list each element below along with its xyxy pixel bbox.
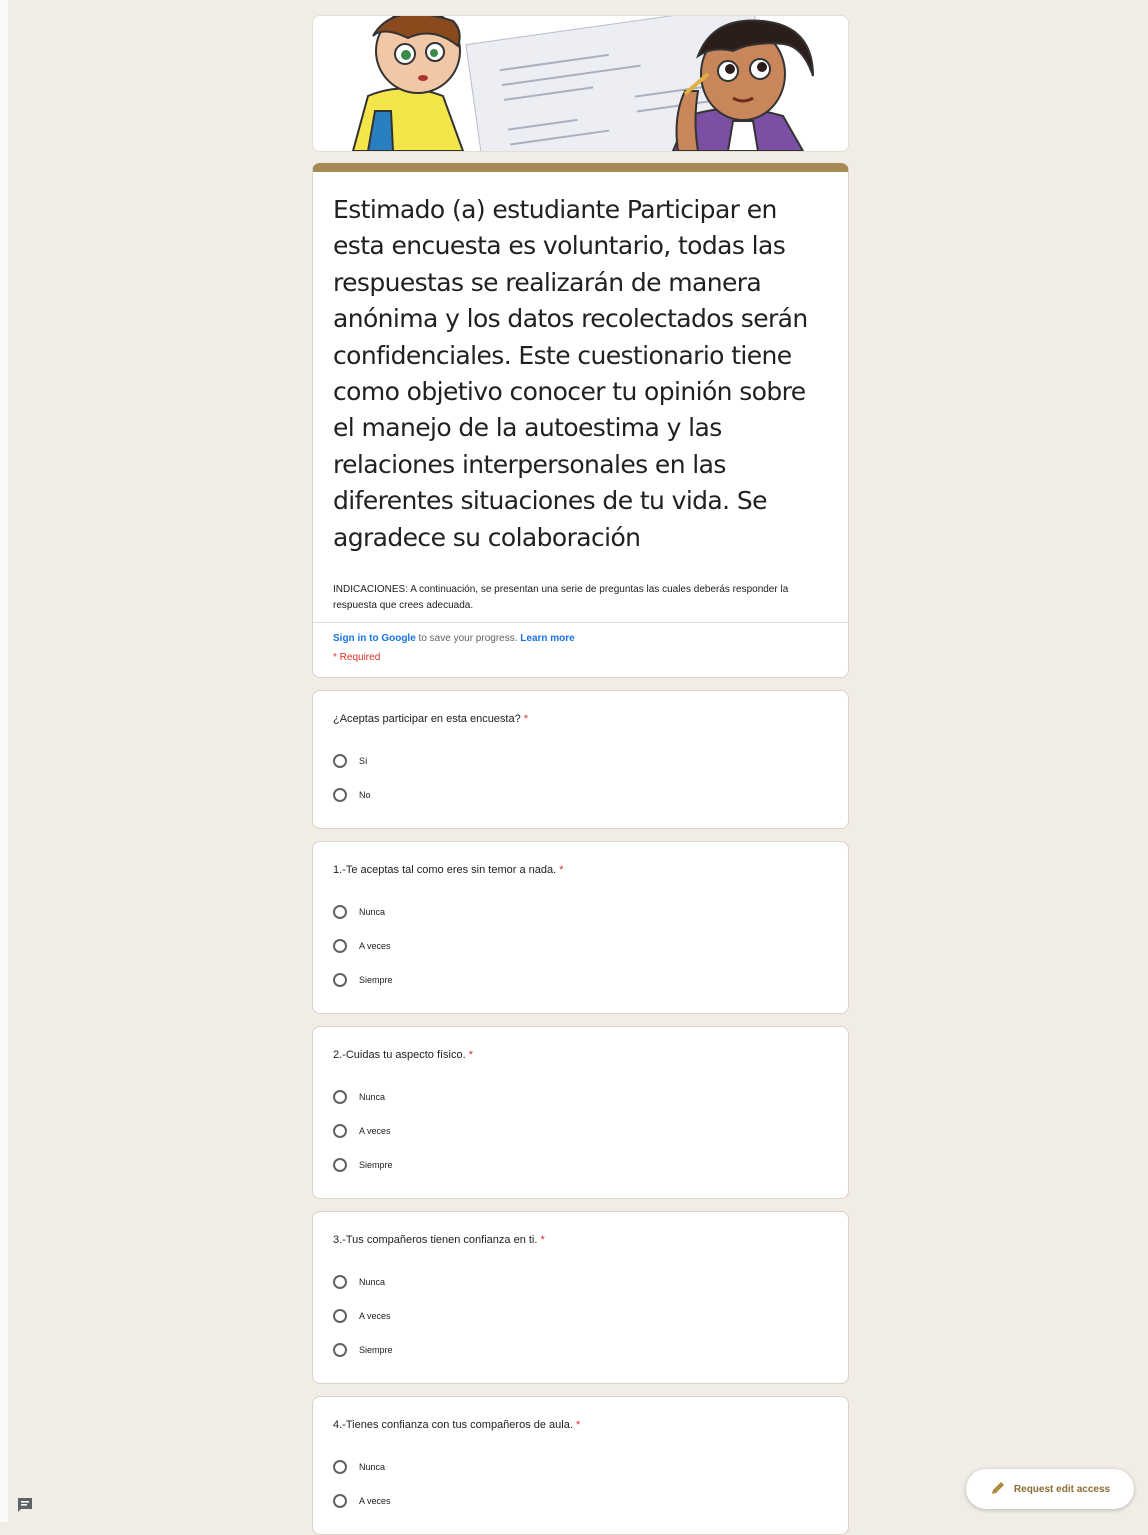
radio-button[interactable] [333, 1343, 347, 1358]
radio-option[interactable]: A veces [333, 1484, 828, 1518]
question-card: 3.-Tus compañeros tienen confianza en ti… [312, 1211, 849, 1385]
option-label: A veces [359, 1496, 391, 1507]
required-asterisk: * [468, 1049, 474, 1062]
sign-in-text: to save your progress. [415, 633, 521, 645]
required-asterisk: * [575, 1419, 581, 1432]
radio-button[interactable] [333, 1460, 347, 1475]
radio-option[interactable]: No [333, 778, 828, 812]
radio-option[interactable]: Nunca [333, 1080, 828, 1114]
form-title-card: Estimado (a) estudiante Participar en es… [312, 163, 849, 679]
option-label: Siempre [359, 975, 393, 986]
pencil-icon [990, 1480, 1006, 1499]
form-column: Estimado (a) estudiante Participar en es… [312, 15, 849, 1535]
radio-button[interactable] [333, 1124, 347, 1139]
question-card: 4.-Tienes confianza con tus compañeros d… [312, 1396, 849, 1535]
option-label: Nunca [359, 1092, 386, 1103]
request-edit-access-button[interactable]: Request edit access [966, 1469, 1134, 1509]
radio-button[interactable] [333, 788, 347, 803]
required-asterisk: * [540, 1234, 545, 1247]
option-label: A veces [359, 1126, 391, 1137]
radio-option[interactable]: A veces [333, 1299, 828, 1333]
option-label: Siempre [359, 1160, 393, 1171]
question-card: 2.-Cuidas tu aspecto físico. * Nunca A v… [312, 1026, 849, 1200]
required-asterisk: * [523, 713, 529, 726]
page-edge [0, 0, 8, 1522]
sign-in-notice: Sign in to Google to save your progress.… [313, 623, 848, 644]
question-card: ¿Aceptas participar en esta encuesta? * … [312, 690, 849, 830]
question-title: 1.-Te aceptas tal como eres sin temor a … [333, 864, 564, 877]
radio-option[interactable]: Siempre [333, 1148, 828, 1182]
question-title: 2.-Cuidas tu aspecto físico. * [333, 1049, 474, 1062]
radio-option[interactable]: A veces [333, 1114, 828, 1148]
sign-in-link[interactable]: Sign in to Google [333, 633, 416, 644]
radio-button[interactable] [333, 1090, 347, 1105]
question-title: ¿Aceptas participar en esta encuesta? * [333, 713, 529, 726]
required-note: * Required [333, 652, 381, 664]
option-label: A veces [359, 1311, 391, 1322]
radio-button[interactable] [333, 973, 347, 988]
required-asterisk: * [559, 864, 564, 877]
option-label: Nunca [359, 907, 386, 918]
question-title: 4.-Tienes confianza con tus compañeros d… [333, 1419, 581, 1432]
form-description: INDICACIONES: A continuación, se present… [333, 584, 789, 612]
radio-button[interactable] [333, 1494, 347, 1509]
request-edit-access-label: Request edit access [1013, 1483, 1111, 1495]
radio-button[interactable] [333, 1158, 347, 1173]
radio-button[interactable] [333, 939, 347, 954]
radio-option[interactable]: Nunca [333, 1265, 828, 1299]
radio-option[interactable]: Nunca [333, 895, 828, 929]
radio-button[interactable] [333, 1309, 347, 1324]
feedback-icon[interactable] [16, 1496, 34, 1519]
option-label: Nunca [359, 1462, 386, 1473]
radio-option[interactable]: Siempre [333, 1333, 828, 1367]
form-title: Estimado (a) estudiante Participar en es… [333, 195, 808, 552]
question-title: 3.-Tus compañeros tienen confianza en ti… [333, 1234, 545, 1247]
learn-more-link[interactable]: Learn more [520, 633, 574, 644]
radio-button[interactable] [333, 905, 347, 920]
question-card: 1.-Te aceptas tal como eres sin temor a … [312, 841, 849, 1015]
radio-option[interactable]: Siempre [333, 963, 828, 997]
radio-button[interactable] [333, 1275, 347, 1290]
option-label: A veces [359, 941, 391, 952]
option-label: No [359, 790, 371, 801]
option-label: Nunca [359, 1277, 386, 1288]
option-label: Sí [359, 756, 368, 767]
radio-button[interactable] [333, 754, 347, 769]
radio-option[interactable]: Nunca [333, 1450, 828, 1484]
header-illustration [312, 15, 849, 152]
radio-option[interactable]: Sí [333, 744, 828, 778]
radio-option[interactable]: A veces [333, 929, 828, 963]
option-label: Siempre [359, 1345, 393, 1356]
